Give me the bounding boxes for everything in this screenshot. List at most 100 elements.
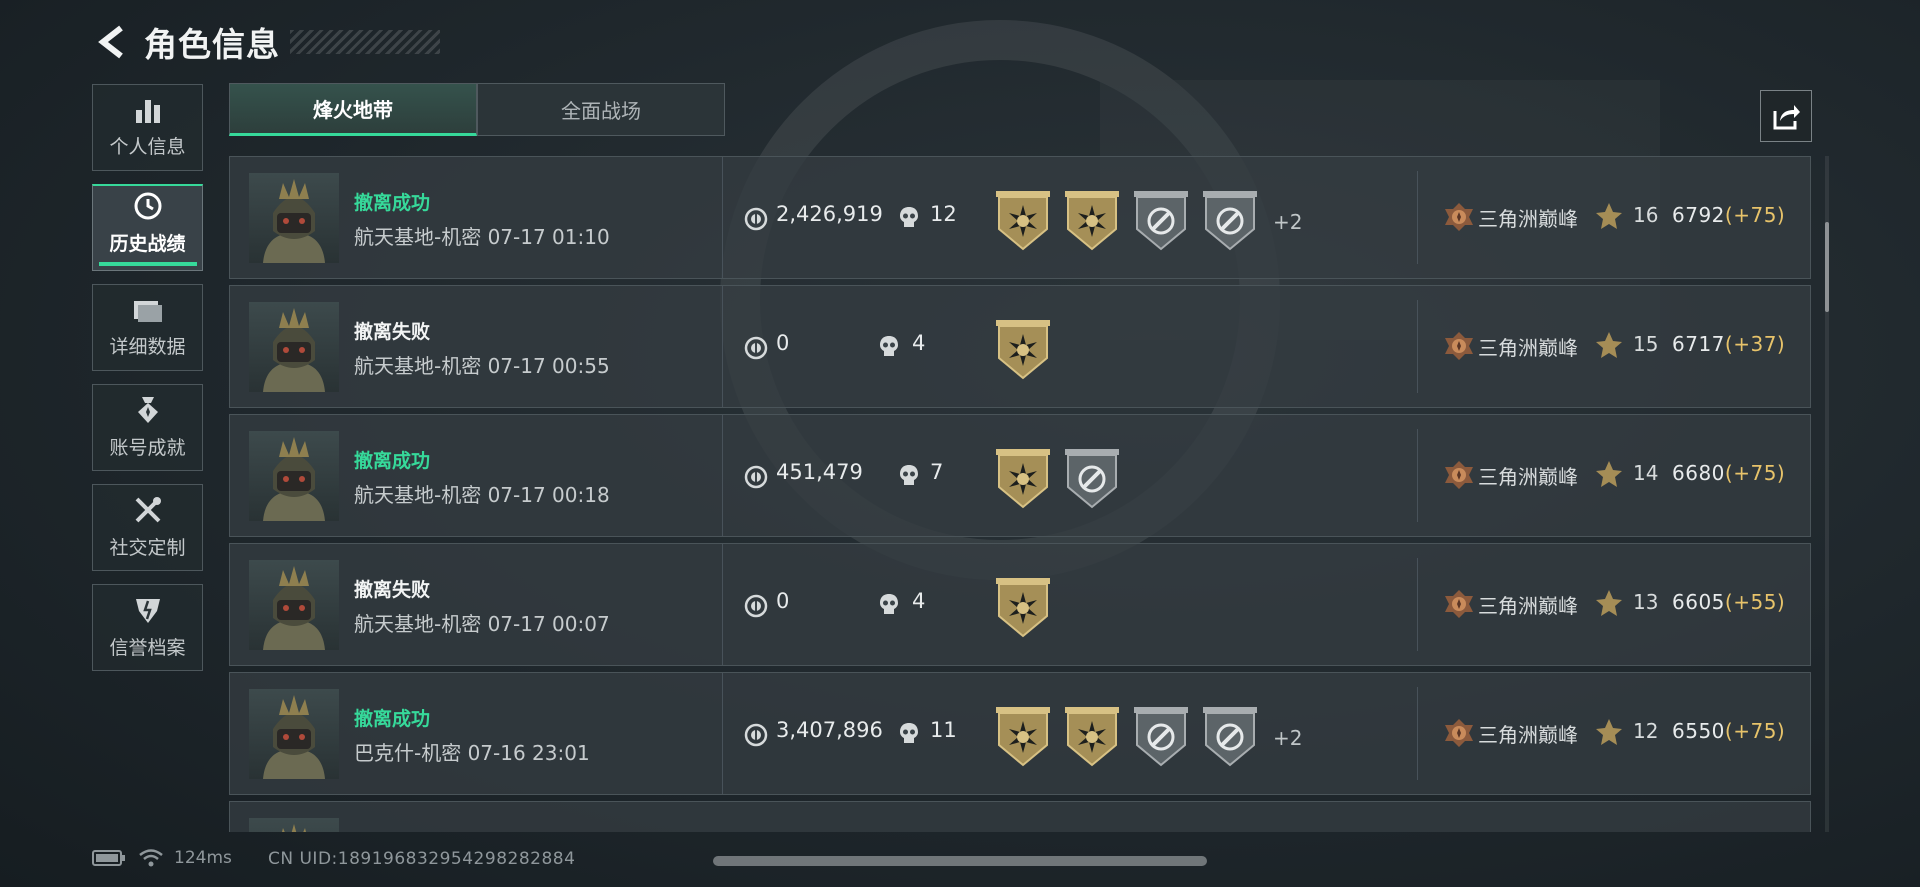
rank-score: 6605(+55) — [1672, 590, 1785, 614]
wifi-icon — [139, 849, 163, 867]
row-divider — [1417, 429, 1418, 522]
chevron-left-icon — [98, 25, 123, 59]
tools-icon — [135, 497, 161, 523]
sidebar-item-achievements[interactable]: 账号成就 — [92, 384, 203, 471]
rank-score: 6717(+37) — [1672, 332, 1785, 356]
currency-icon — [744, 465, 768, 493]
star-level: 15 — [1633, 332, 1659, 356]
rank-name: 三角洲巅峰 — [1478, 465, 1578, 489]
sidebar: 个人信息 历史战绩 详细数据 账号成就 社交定制 信誉档案 — [92, 84, 205, 684]
gold-medal-icon[interactable] — [994, 705, 1052, 771]
uid-text: CN UID:1891968329542982828​84 — [268, 849, 576, 869]
operator-avatar — [249, 560, 339, 650]
sidebar-item-label: 详细数据 — [109, 336, 186, 358]
rank-emblem-icon — [1443, 588, 1475, 624]
row-divider — [1417, 558, 1418, 651]
silver-medal-icon[interactable] — [1132, 705, 1190, 771]
sidebar-item-label: 账号成就 — [109, 437, 186, 459]
money-value: 451,479 — [776, 460, 863, 484]
row-divider — [722, 157, 723, 278]
folder-icon — [133, 301, 162, 322]
kill-count: 11 — [930, 718, 957, 742]
skull-icon — [898, 205, 920, 233]
rank-emblem-icon — [1443, 201, 1475, 237]
home-indicator[interactable] — [713, 856, 1207, 866]
currency-icon — [744, 336, 768, 364]
sidebar-item-details[interactable]: 详细数据 — [92, 284, 203, 371]
share-icon — [1773, 105, 1800, 130]
match-record-row[interactable]: 撤离失败 航天基地-机密 07-17 00:55 0 4 三角洲巅峰 15 6717(+37… — [229, 285, 1811, 408]
rank-name: 三角洲巅峰 — [1478, 723, 1578, 747]
map-and-time: 航天基地-机密 07-17 01:10 — [354, 225, 610, 249]
rank-name: 三角洲巅峰 — [1478, 594, 1578, 618]
money-value: 0 — [776, 331, 790, 355]
more-badges-count[interactable]: +2 — [1273, 726, 1302, 750]
badge-list — [994, 447, 1132, 513]
sidebar-item-reputation[interactable]: 信誉档案 — [92, 584, 203, 671]
rank-score: 6550(+75) — [1672, 719, 1785, 743]
page-title: 角色信息 — [144, 25, 280, 64]
rank-score: 6680(+75) — [1672, 461, 1785, 485]
badge-list: +2 — [994, 705, 1302, 771]
sidebar-item-history[interactable]: 历史战绩 — [92, 184, 203, 271]
skull-icon — [878, 592, 900, 620]
sidebar-item-social[interactable]: 社交定制 — [92, 484, 203, 571]
star-level: 13 — [1633, 590, 1659, 614]
currency-icon — [744, 594, 768, 622]
operator-avatar — [249, 173, 339, 263]
match-record-row[interactable]: 撤离失败 航天基地-机密 07-17 00:07 0 4 三角洲巅峰 13 6605(+55… — [229, 543, 1811, 666]
star-icon — [1594, 717, 1624, 751]
badge-list — [994, 318, 1063, 384]
gold-medal-icon[interactable] — [1063, 705, 1121, 771]
silver-medal-icon[interactable] — [1063, 447, 1121, 513]
scrollbar-thumb[interactable] — [1825, 222, 1829, 312]
star-icon — [1594, 201, 1624, 235]
status-bar: 124ms — [92, 848, 232, 868]
silver-medal-icon[interactable] — [1132, 189, 1190, 255]
skull-icon — [898, 721, 920, 749]
map-and-time: 巴克什-机密 07-16 23:01 — [354, 741, 590, 765]
more-badges-count[interactable]: +2 — [1273, 210, 1302, 234]
operator-avatar — [249, 689, 339, 779]
title-decoration — [290, 30, 440, 54]
extraction-status: 撤离失败 — [354, 579, 431, 601]
map-and-time: 航天基地-机密 07-17 00:18 — [354, 483, 610, 507]
silver-medal-icon[interactable] — [1201, 189, 1259, 255]
match-record-row[interactable] — [229, 801, 1811, 832]
kill-count: 4 — [912, 589, 926, 613]
kill-count: 12 — [930, 202, 957, 226]
row-divider — [722, 286, 723, 407]
score-delta: (+37) — [1724, 332, 1786, 356]
tab-full-battlefield[interactable]: 全面战场 — [477, 83, 725, 136]
match-record-row[interactable]: 撤离成功 航天基地-机密 07-17 00:18 451,479 7 三角洲巅峰 14 66… — [229, 414, 1811, 537]
tab-hazard-zone[interactable]: 烽火地带 — [229, 83, 477, 136]
money-value: 0 — [776, 589, 790, 613]
gold-medal-icon[interactable] — [994, 447, 1052, 513]
gold-medal-icon[interactable] — [994, 318, 1052, 384]
share-button[interactable] — [1760, 90, 1812, 142]
back-button[interactable] — [92, 18, 132, 66]
match-record-row[interactable]: 撤离成功 航天基地-机密 07-17 01:10 2,426,919 12 +2 三角洲巅… — [229, 156, 1811, 279]
gold-medal-icon[interactable] — [994, 189, 1052, 255]
kill-count: 4 — [912, 331, 926, 355]
score-delta: (+75) — [1724, 461, 1786, 485]
score-value: 6680 — [1672, 461, 1725, 485]
operator-avatar — [249, 302, 339, 392]
star-icon — [1594, 459, 1624, 493]
score-value: 6550 — [1672, 719, 1725, 743]
rank-emblem-icon — [1443, 717, 1475, 753]
sidebar-item-label: 信誉档案 — [109, 637, 186, 659]
sidebar-item-profile[interactable]: 个人信息 — [92, 84, 203, 171]
row-divider — [722, 673, 723, 794]
sidebar-item-label: 社交定制 — [109, 537, 186, 559]
match-record-row[interactable]: 撤离成功 巴克什-机密 07-16 23:01 3,407,896 11 +2 三角洲巅峰… — [229, 672, 1811, 795]
gold-medal-icon[interactable] — [994, 576, 1052, 642]
rank-name: 三角洲巅峰 — [1478, 207, 1578, 231]
row-divider — [722, 415, 723, 536]
score-delta: (+55) — [1724, 590, 1786, 614]
silver-medal-icon[interactable] — [1201, 705, 1259, 771]
star-icon — [1594, 330, 1624, 364]
mode-tabs: 烽火地带 全面战场 — [229, 83, 725, 136]
sidebar-item-label: 个人信息 — [109, 136, 186, 158]
gold-medal-icon[interactable] — [1063, 189, 1121, 255]
